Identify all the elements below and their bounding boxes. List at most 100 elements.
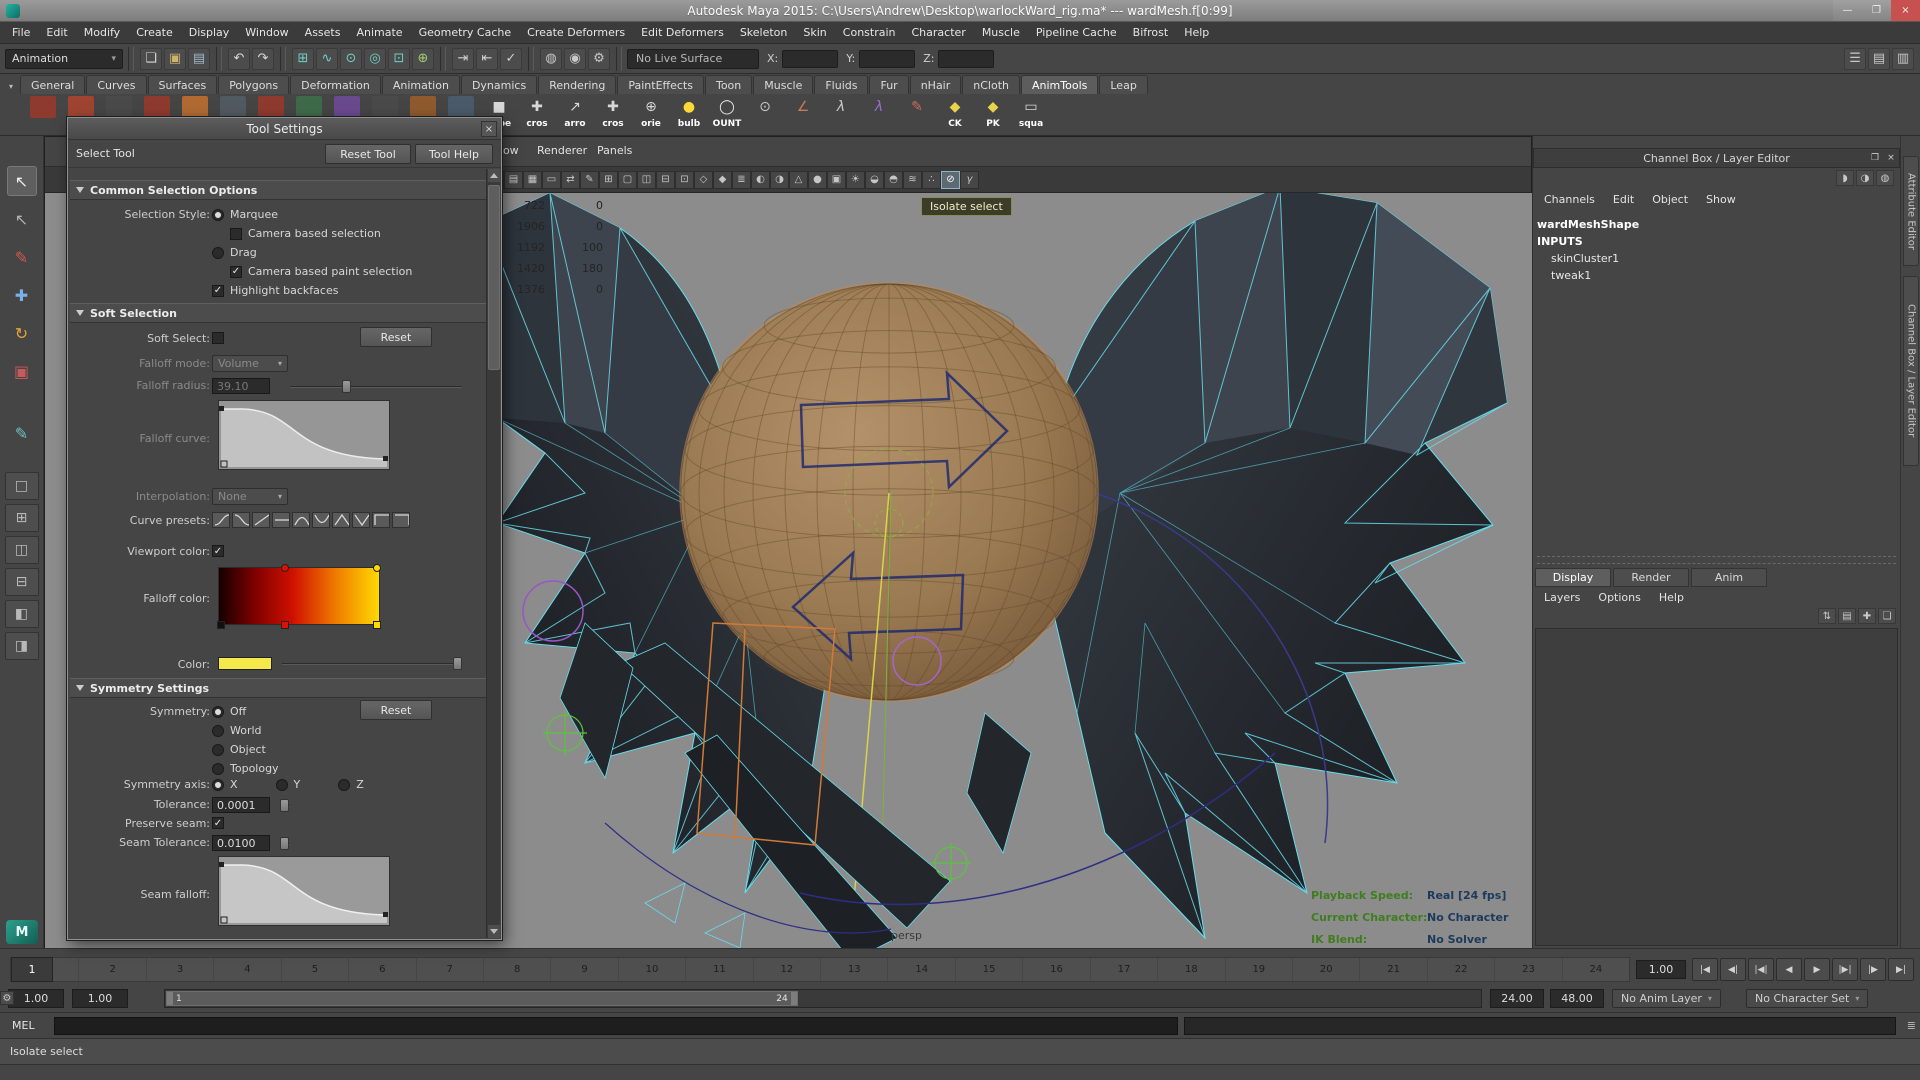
field-chart-icon[interactable]: ⊡ — [675, 171, 694, 189]
frame-tick[interactable]: 11 — [685, 958, 752, 981]
preset-tent[interactable] — [332, 512, 350, 528]
shelf-tab[interactable]: Fur — [869, 75, 908, 94]
symmetry-reset-button[interactable]: Reset — [360, 700, 432, 720]
reset-tool-button[interactable]: Reset Tool — [325, 144, 411, 164]
close-panel-icon[interactable]: × — [1883, 150, 1899, 166]
shelf-tab[interactable]: Fluids — [814, 75, 868, 94]
menu-item[interactable]: Edit — [38, 22, 75, 44]
shelf-tab[interactable]: Curves — [86, 75, 146, 94]
menu-item[interactable]: Pipeline Cache — [1028, 22, 1125, 44]
frame-tick[interactable]: 23 — [1494, 958, 1561, 981]
exposure-icon[interactable]: γ — [960, 171, 979, 189]
tolerance-field[interactable]: 0.0001 — [212, 797, 270, 813]
frame-tick[interactable]: 6 — [348, 958, 415, 981]
attribute-editor-vertical-tab[interactable]: Attribute Editor — [1903, 156, 1919, 266]
ward-sphere-mesh[interactable] — [680, 283, 1098, 701]
status-separator[interactable] — [128, 47, 134, 71]
play-backwards-button[interactable]: ◀ — [1776, 958, 1802, 981]
outputs-from-selected-icon[interactable]: ⇤ — [476, 48, 498, 70]
anim-layer-dropdown[interactable]: No Anim Layer — [1612, 989, 1721, 1008]
safe-title-icon[interactable]: ◆ — [713, 171, 732, 189]
sidebar-attr-editor-icon[interactable]: ▤ — [1868, 48, 1890, 70]
maya-logo-icon[interactable]: M — [6, 920, 38, 944]
preset-linear[interactable] — [252, 512, 270, 528]
frame-tick[interactable]: 7 — [416, 958, 483, 981]
resolution-gate-icon[interactable]: ◫ — [637, 171, 656, 189]
scrollbar-thumb[interactable] — [488, 185, 500, 370]
channel-box-node[interactable]: wardMeshShape — [1537, 216, 1896, 233]
hud-icon[interactable]: ≣ — [732, 171, 751, 189]
shelf-tab[interactable]: Deformation — [290, 75, 381, 94]
channel-box-menu[interactable]: Show — [1697, 190, 1745, 210]
shelf-item-bulb[interactable]: ● bulb — [670, 94, 708, 134]
falloff-radius-slider[interactable] — [290, 386, 462, 388]
layer-empty-icon[interactable]: ▤ — [1838, 608, 1856, 624]
menu-item[interactable]: Animate — [348, 22, 410, 44]
grease-pencil-icon[interactable]: ✎ — [580, 171, 599, 189]
soft-selection-section[interactable]: Soft Selection — [70, 303, 487, 323]
frame-tick[interactable]: 13 — [820, 958, 887, 981]
preset-valley[interactable] — [312, 512, 330, 528]
inputs-to-selected-icon[interactable]: ⇥ — [452, 48, 474, 70]
shelf-item-count[interactable]: ◯ OUNT — [708, 94, 746, 134]
animation-end-field[interactable]: 48.00 — [1550, 989, 1604, 1008]
float-panel-icon[interactable]: ❐ — [1867, 150, 1883, 166]
channel-box-node[interactable]: tweak1 — [1537, 267, 1896, 284]
mel-input[interactable] — [54, 1017, 1178, 1035]
play-forwards-button[interactable]: ▶ — [1804, 958, 1830, 981]
redo-icon[interactable]: ↷ — [252, 48, 274, 70]
textured-icon[interactable]: ▣ — [827, 171, 846, 189]
menu-set-dropdown[interactable]: Animation — [5, 49, 123, 69]
menu-item[interactable]: Assets — [297, 22, 349, 44]
layout-four-pane-button[interactable]: ⊞ — [5, 504, 39, 532]
ipr-render-icon[interactable]: ◉ — [564, 48, 586, 70]
frame-tick[interactable]: 16 — [1022, 958, 1089, 981]
ramp-key-red[interactable] — [281, 621, 289, 629]
new-scene-icon[interactable]: ❏ — [140, 48, 162, 70]
status-separator[interactable] — [280, 47, 286, 71]
axis-x-radio[interactable]: X — [212, 776, 238, 793]
xray-icon[interactable]: ◐ — [751, 171, 770, 189]
frame-tick[interactable]: 10 — [618, 958, 685, 981]
symmetry-topology-radio[interactable]: Topology — [212, 760, 279, 777]
go-to-start-button[interactable]: |◀ — [1692, 958, 1718, 981]
tool-settings-close-icon[interactable]: × — [481, 121, 497, 137]
axis-z-radio[interactable]: Z — [338, 776, 364, 793]
safe-action-icon[interactable]: ◇ — [694, 171, 713, 189]
layer-new-from-selected-icon[interactable]: ❏ — [1878, 608, 1896, 624]
channel-box-vertical-tab[interactable]: Channel Box / Layer Editor — [1903, 276, 1919, 466]
frame-tick[interactable]: 22 — [1427, 958, 1494, 981]
animation-start-field[interactable]: 1.00 — [8, 989, 64, 1008]
snap-curve-icon[interactable]: ∿ — [316, 48, 338, 70]
sidebar-channelbox-icon[interactable]: ▥ — [1892, 48, 1914, 70]
symmetry-settings-section[interactable]: Symmetry Settings — [70, 678, 487, 698]
layer-editor-menu[interactable]: Options — [1589, 588, 1649, 608]
falloff-curve-widget[interactable] — [218, 400, 390, 470]
y-coord-input[interactable] — [859, 50, 915, 68]
shelf-tab-menu-icon[interactable]: ▾ — [2, 78, 20, 94]
last-used-tool[interactable]: ✎ — [7, 418, 37, 448]
construction-history-icon[interactable]: ✓ — [500, 48, 522, 70]
shelf-tab[interactable]: Animation — [382, 75, 460, 94]
medium-manip-icon[interactable]: ◑ — [1856, 170, 1874, 186]
ao-icon[interactable]: ◓ — [884, 171, 903, 189]
scale-tool[interactable]: ▣ — [7, 356, 37, 386]
channel-box-menu[interactable]: Edit — [1604, 190, 1643, 210]
channel-box-header[interactable]: Channel Box / Layer Editor ❐× — [1533, 148, 1900, 168]
title-bar[interactable]: Autodesk Maya 2015: C:\Users\Andrew\Desk… — [0, 0, 1920, 22]
make-live-icon[interactable]: ⊕ — [412, 48, 434, 70]
animation-preferences-icon[interactable]: ⚙ — [0, 991, 14, 1005]
shelf-item-arrow[interactable]: ↗ arro — [556, 94, 594, 134]
layer-editor-tab[interactable]: Anim — [1691, 568, 1767, 587]
preserve-seam-checkbox[interactable] — [212, 817, 224, 829]
step-forward-frame-button[interactable]: |▶ — [1860, 958, 1886, 981]
layout-single-pane-button[interactable]: □ — [5, 472, 39, 500]
frame-tick[interactable]: 4 — [213, 958, 280, 981]
pan-zoom-icon[interactable]: ⇄ — [561, 171, 580, 189]
frame-tick[interactable]: 20 — [1292, 958, 1359, 981]
menu-item[interactable]: Window — [237, 22, 296, 44]
shelf-tab[interactable]: General — [20, 75, 85, 94]
shelf-item-paint-skin[interactable]: ✎ — [898, 94, 936, 134]
channel-box-menu[interactable]: Object — [1643, 190, 1697, 210]
layout-two-pane-side-button[interactable]: ◫ — [5, 536, 39, 564]
